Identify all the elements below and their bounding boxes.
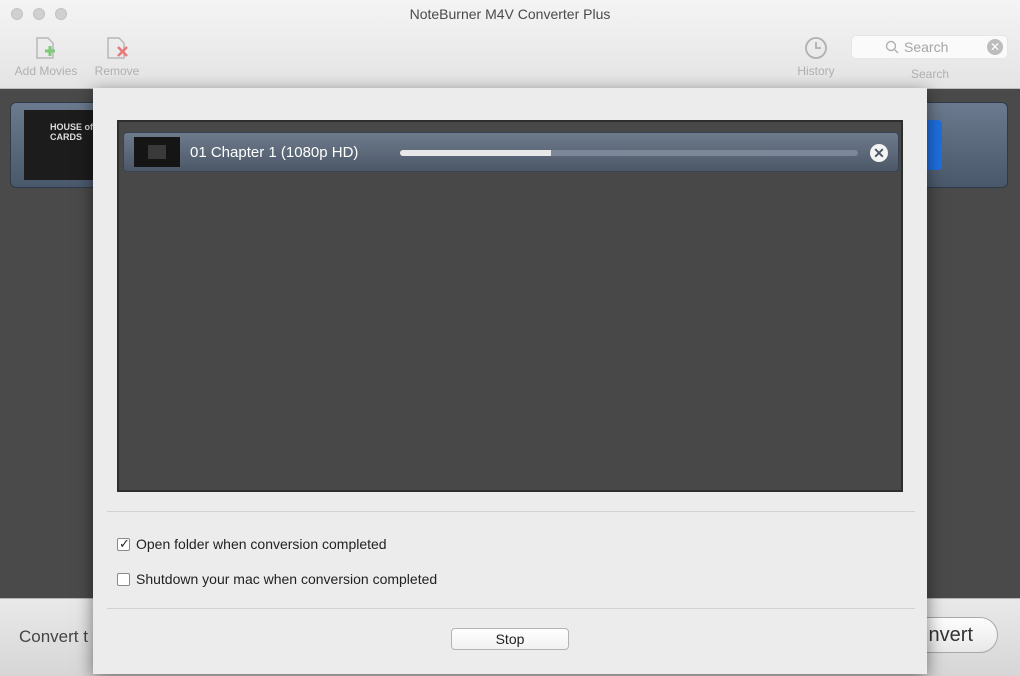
remove-button[interactable]: Remove	[77, 34, 157, 78]
conversion-progress-bar	[400, 150, 858, 156]
history-button[interactable]: History	[776, 34, 856, 78]
search-label: Search	[910, 67, 950, 81]
open-folder-label: Open folder when conversion completed	[136, 536, 387, 552]
open-folder-checkbox[interactable]: ✓	[117, 536, 130, 551]
search-input[interactable]	[904, 38, 984, 56]
divider	[107, 511, 915, 512]
add-movies-label: Add Movies	[14, 64, 78, 78]
search-icon	[885, 40, 899, 59]
add-movies-button[interactable]: Add Movies	[6, 34, 86, 78]
app-window: NoteBurner M4V Converter Plus Add Movies…	[0, 0, 1020, 676]
add-movies-icon	[6, 34, 86, 62]
history-icon	[776, 34, 856, 62]
toolbar: NoteBurner M4V Converter Plus Add Movies…	[0, 0, 1020, 89]
convert-to-label: Convert t	[19, 627, 88, 646]
remove-icon	[77, 34, 157, 62]
search-field[interactable]: ✕	[851, 35, 1008, 59]
chapter-title: 01 Chapter 1 (1080p HD)	[190, 144, 359, 161]
progress-fill	[400, 150, 552, 156]
window-title: NoteBurner M4V Converter Plus	[409, 6, 611, 22]
clear-search-icon[interactable]: ✕	[987, 39, 1003, 55]
shutdown-option[interactable]: ✓ Shutdown your mac when conversion compl…	[117, 571, 437, 587]
movie-thumbnail: HOUSE of CARDS	[24, 110, 94, 180]
remove-label: Remove	[94, 64, 140, 78]
conversion-sheet: 01 Chapter 1 (1080p HD) ✕ ✓ Open folder w…	[93, 88, 927, 674]
cancel-item-icon[interactable]: ✕	[870, 144, 888, 162]
check-mark-icon: ✓	[119, 536, 130, 551]
stop-button[interactable]: Stop	[451, 628, 569, 650]
divider	[107, 608, 915, 609]
open-folder-option[interactable]: ✓ Open folder when conversion completed	[117, 536, 387, 552]
shutdown-label: Shutdown your mac when conversion comple…	[136, 571, 438, 587]
movie-thumbnail-text: HOUSE of CARDS	[50, 122, 94, 142]
conversion-row[interactable]: 01 Chapter 1 (1080p HD) ✕	[123, 132, 899, 172]
conversion-list: 01 Chapter 1 (1080p HD) ✕	[117, 120, 903, 492]
history-label: History	[797, 64, 835, 78]
chapter-thumbnail	[134, 137, 180, 167]
shutdown-checkbox[interactable]: ✓	[117, 573, 130, 586]
